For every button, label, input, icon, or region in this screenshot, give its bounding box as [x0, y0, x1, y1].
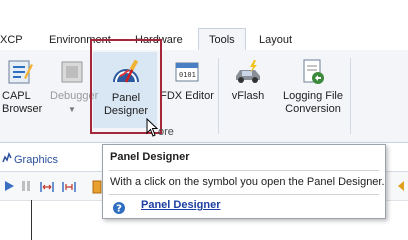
mouse-cursor-icon: [146, 118, 159, 137]
zoom-horizontal-icon[interactable]: [62, 180, 76, 194]
help-icon: ?: [113, 202, 125, 215]
ribbon-separator: [218, 58, 219, 134]
capl-browser-label: CAPL Browser: [2, 90, 43, 115]
graphics-window-title: Graphics: [14, 154, 59, 166]
ribbon-group-label: ore: [158, 126, 174, 138]
tooltip-help-link[interactable]: Panel Designer: [141, 199, 220, 211]
fdx-editor-icon: 0101: [175, 62, 199, 82]
fdx-editor-label: FDX Editor: [160, 90, 214, 102]
tooltip-divider: [109, 170, 379, 171]
debugger-icon: [61, 61, 83, 83]
tooltip-description: With a click on the symbol you open the …: [110, 176, 385, 188]
tab-xcp[interactable]: XCP: [0, 31, 23, 49]
graphics-window-icon: [2, 152, 12, 163]
toolbar-icon[interactable]: [92, 180, 102, 194]
fdx-editor-button[interactable]: 0101 FDX Editor: [160, 58, 214, 103]
capl-browser-button[interactable]: CAPL Browser: [0, 58, 43, 116]
vflash-button[interactable]: vFlash: [226, 58, 270, 103]
svg-text:?: ?: [116, 204, 122, 215]
debugger-button[interactable]: Debugger ▼: [50, 58, 99, 114]
vflash-icon: [236, 60, 260, 83]
ribbon-tab-bar: XCP Environment Hardware Tools Layout: [0, 0, 408, 52]
logging-file-conversion-icon: [303, 59, 324, 84]
svg-text:0101: 0101: [179, 71, 196, 79]
tab-tools[interactable]: Tools: [198, 28, 246, 52]
capl-browser-icon: [8, 60, 33, 84]
tab-layout[interactable]: Layout: [259, 31, 292, 49]
tooltip-divider: [109, 194, 379, 195]
chevron-left-icon[interactable]: [396, 180, 406, 192]
debugger-label: Debugger: [50, 90, 99, 102]
panel-designer-tooltip: Panel Designer With a click on the symbo…: [102, 144, 386, 219]
ribbon-separator: [350, 58, 351, 134]
fit-horizontal-icon[interactable]: [40, 180, 54, 194]
play-icon[interactable]: [3, 180, 15, 192]
vflash-label: vFlash: [231, 90, 265, 102]
tooltip-title: Panel Designer: [110, 151, 190, 163]
logging-file-conversion-label: Logging File Conversion: [283, 90, 343, 115]
pause-icon[interactable]: [20, 180, 32, 192]
chevron-down-icon: ▼: [68, 105, 76, 114]
graphics-cursor-line: [31, 200, 32, 240]
logging-file-conversion-button[interactable]: Logging File Conversion: [280, 58, 346, 116]
